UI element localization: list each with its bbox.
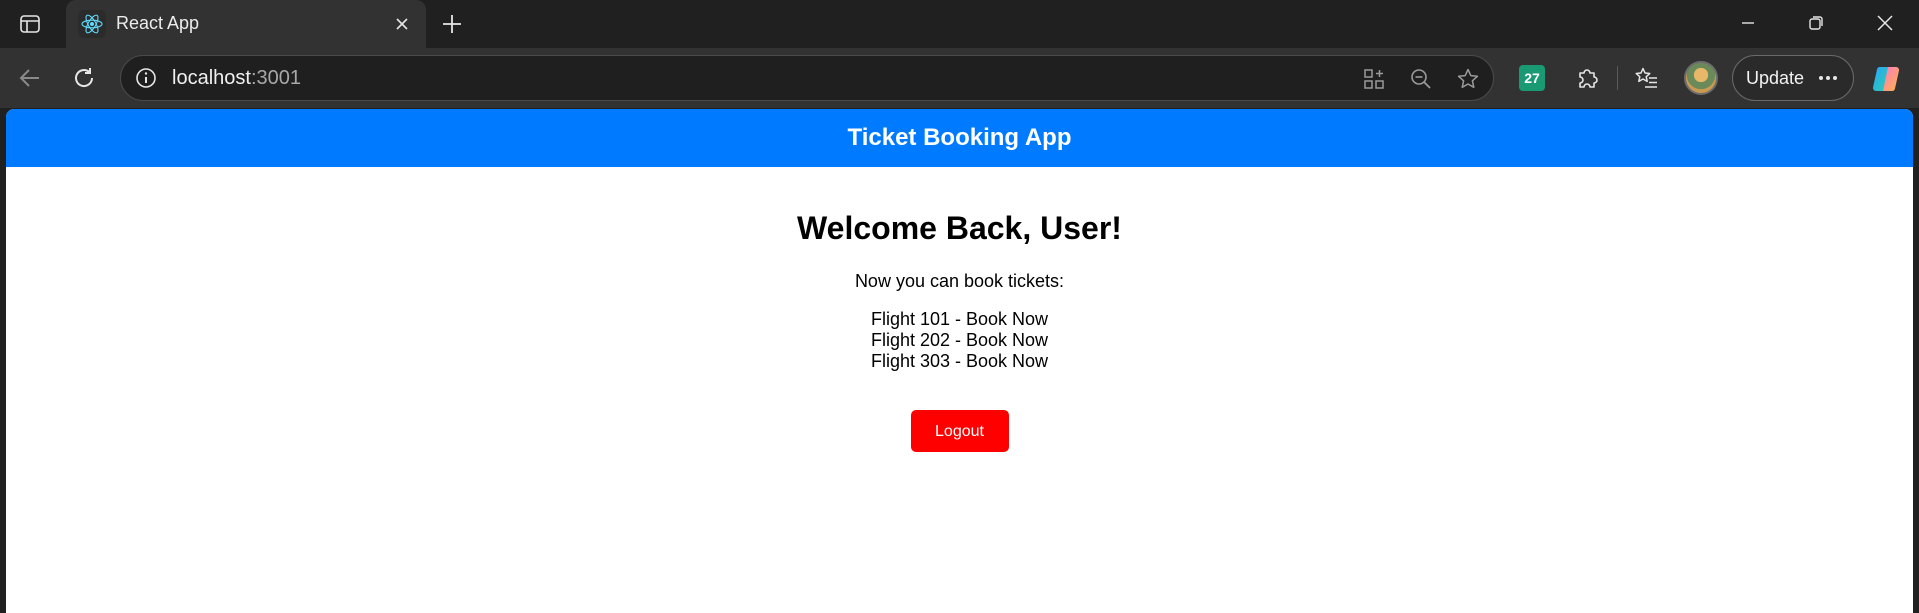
logout-button[interactable]: Logout [910, 410, 1009, 452]
avatar[interactable] [1684, 61, 1718, 95]
main-content: Welcome Back, User! Now you can book tic… [6, 167, 1913, 452]
browser-toolbar: localhost:3001 27 Update [0, 48, 1919, 108]
app-available-icon[interactable] [1357, 62, 1391, 96]
ellipsis-icon[interactable] [1813, 63, 1843, 93]
tab-title: React App [116, 13, 200, 33]
page-viewport: Ticket Booking App Welcome Back, User! N… [6, 109, 1913, 613]
welcome-heading: Welcome Back, User! [797, 210, 1122, 246]
url-text[interactable]: localhost:3001 [172, 67, 301, 90]
flight-list: Flight 101 - Book Now Flight 202 - Book … [6, 309, 1913, 372]
url-port: :3001 [250, 67, 301, 89]
favorites-icon[interactable] [1627, 58, 1667, 98]
address-bar[interactable]: localhost:3001 [120, 55, 1494, 101]
toolbar-divider [1617, 66, 1618, 90]
url-host: localhost [172, 67, 251, 89]
close-icon[interactable] [386, 8, 418, 40]
puzzle-icon[interactable] [1567, 58, 1607, 98]
info-icon[interactable] [131, 63, 161, 93]
book-tickets-subtitle: Now you can book tickets: [854, 271, 1065, 291]
extension-calendar-badge[interactable]: 27 [1519, 65, 1545, 91]
tab-strip: React App [0, 0, 1919, 48]
star-icon[interactable] [1451, 62, 1485, 96]
plus-icon[interactable] [434, 6, 470, 42]
flight-item-101: Flight 101 - Book Now [870, 309, 1049, 329]
back-arrow-icon[interactable] [10, 58, 50, 98]
close-window-icon[interactable] [1855, 0, 1915, 46]
tab-actions-icon[interactable] [10, 8, 50, 40]
app-title: Ticket Booking App [847, 124, 1072, 151]
copilot-icon[interactable] [1870, 63, 1902, 95]
react-icon [78, 10, 106, 38]
flight-item-202: Flight 202 - Book Now [870, 330, 1049, 350]
flight-item-303: Flight 303 - Book Now [870, 351, 1049, 371]
update-button[interactable]: Update [1732, 55, 1854, 101]
zoom-out-icon[interactable] [1404, 62, 1438, 96]
refresh-icon[interactable] [64, 58, 104, 98]
restore-icon[interactable] [1786, 0, 1846, 46]
update-label: Update [1746, 68, 1805, 88]
minimize-icon[interactable] [1718, 0, 1778, 46]
app-header: Ticket Booking App [6, 109, 1913, 167]
browser-tab[interactable]: React App [66, 0, 426, 48]
